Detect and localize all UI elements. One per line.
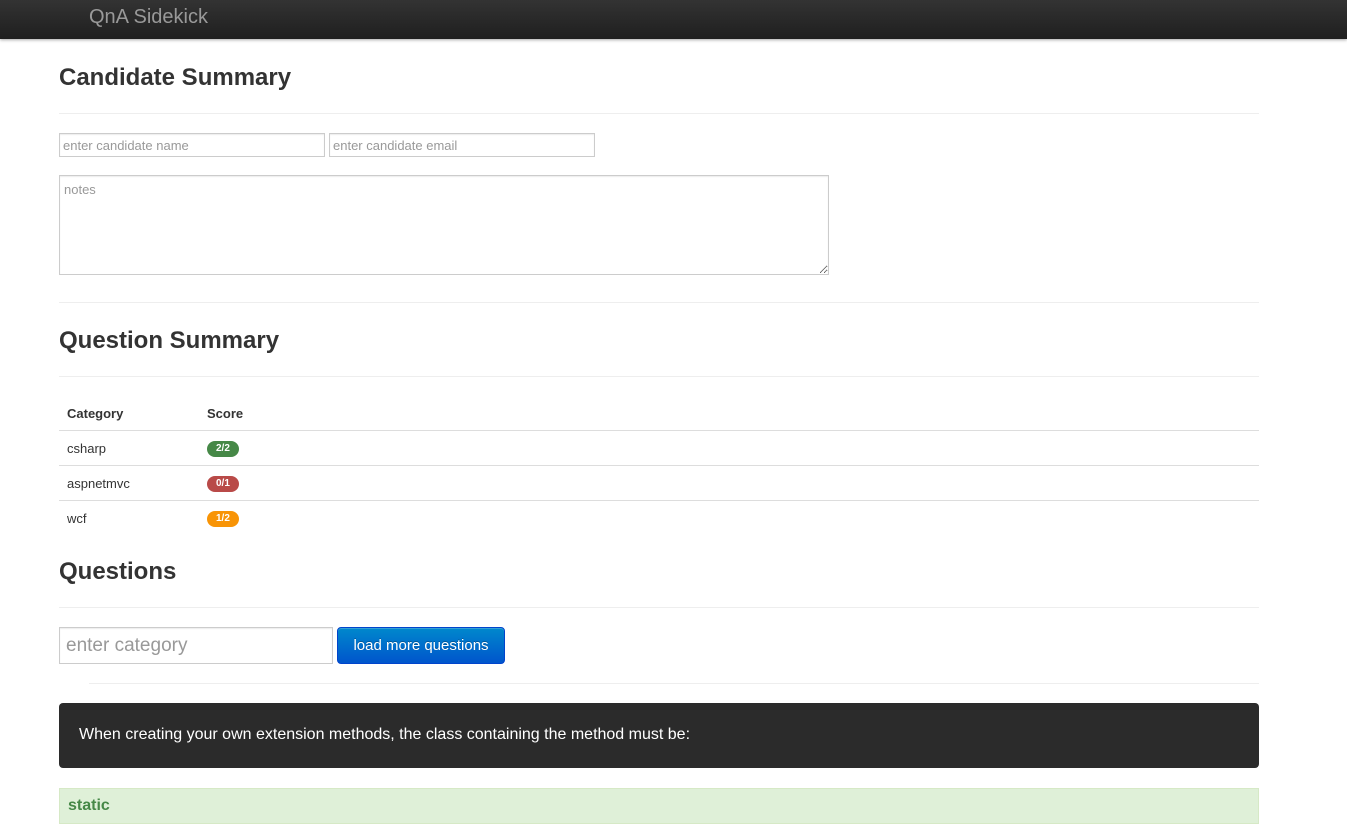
table-header-row: Category Score [59, 397, 1259, 431]
divider [59, 113, 1259, 114]
category-input[interactable] [59, 627, 333, 664]
candidate-name-input[interactable] [59, 133, 325, 157]
column-header-category: Category [67, 406, 124, 421]
score-cell: 2/2 [199, 430, 1259, 466]
category-cell: wcf [59, 500, 199, 535]
column-header-score: Score [207, 406, 244, 421]
question-card: When creating your own extension methods… [59, 703, 1259, 768]
candidate-summary-heading: Candidate Summary [59, 64, 292, 91]
divider [59, 607, 1259, 608]
load-more-questions-button[interactable]: load more questions [337, 627, 505, 664]
question-text: When creating your own extension methods… [79, 726, 691, 743]
score-cell: 0/1 [199, 465, 1259, 501]
table-row: csharp 2/2 [59, 430, 1259, 466]
table-row: wcf 1/2 [59, 500, 1259, 535]
notes-textarea[interactable] [59, 175, 829, 275]
answer-option[interactable]: static [59, 788, 1259, 824]
score-badge: 0/1 [207, 476, 239, 492]
table-row: aspnetmvc 0/1 [59, 465, 1259, 501]
divider [59, 376, 1259, 377]
brand-link[interactable]: QnA Sidekick [89, 6, 208, 29]
question-summary-heading: Question Summary [59, 327, 280, 354]
question-summary-table: Category Score csharp 2/2 aspnetmvc 0/1 … [59, 397, 1259, 535]
divider [59, 302, 1259, 303]
divider [89, 683, 1259, 684]
navbar: QnA Sidekick [0, 0, 1347, 39]
category-cell: csharp [59, 430, 199, 466]
category-cell: aspnetmvc [59, 465, 199, 501]
questions-heading: Questions [59, 558, 177, 585]
candidate-email-input[interactable] [329, 133, 595, 157]
answer-text: static [68, 797, 110, 814]
score-badge: 1/2 [207, 511, 239, 527]
score-badge: 2/2 [207, 441, 239, 457]
score-cell: 1/2 [199, 500, 1259, 535]
